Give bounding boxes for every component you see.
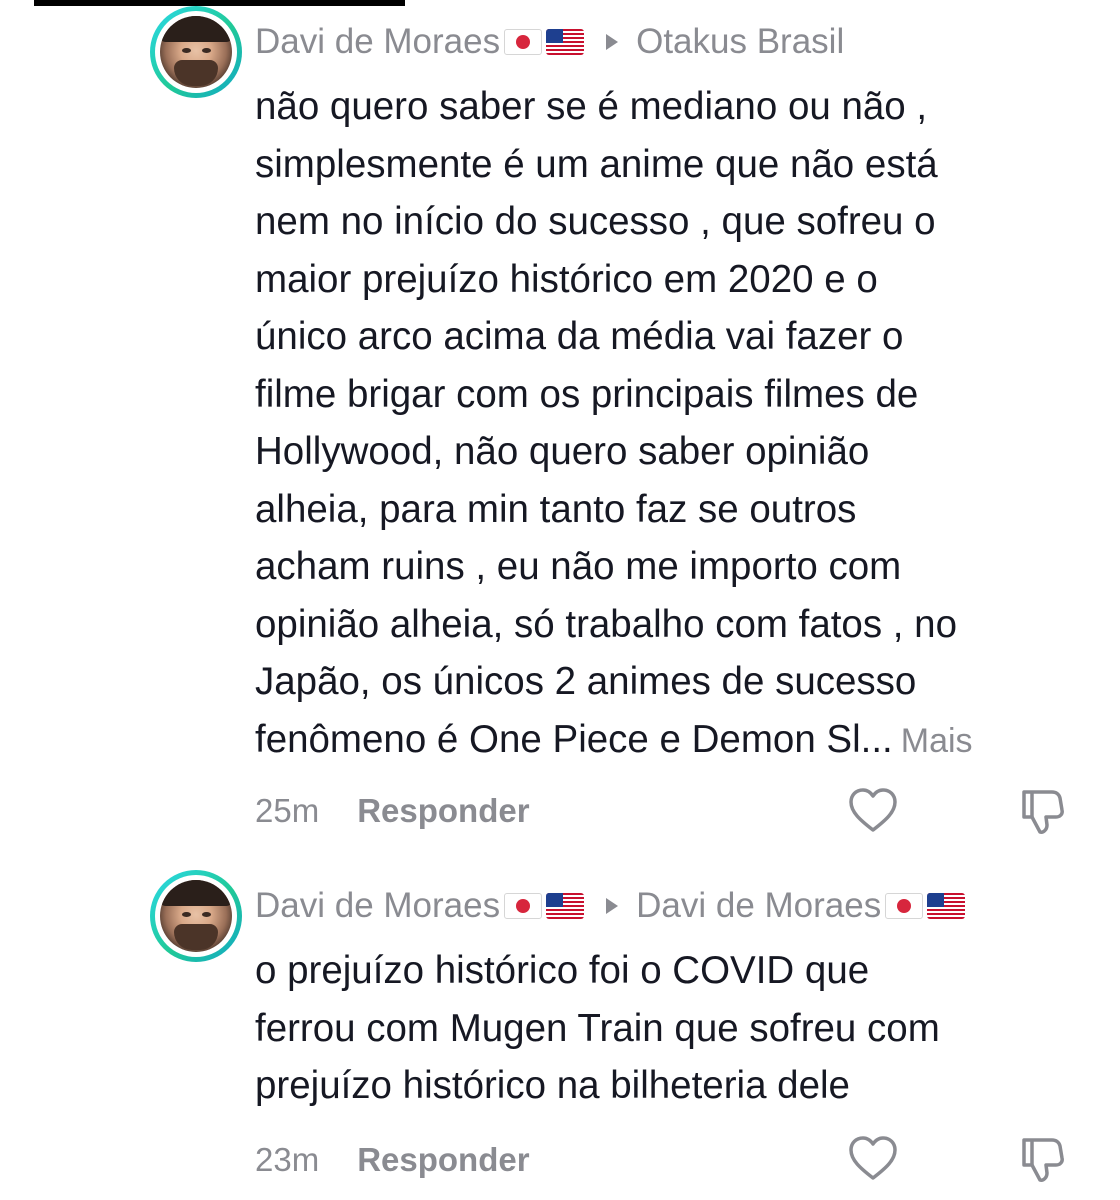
thumbs-down-outline-icon[interactable] xyxy=(1018,786,1072,836)
comment-line: único arco acima da média vai fazer o xyxy=(255,315,904,358)
play-arrow-icon xyxy=(606,898,619,914)
comment-header: Davi de Moraes Davi de Moraes xyxy=(255,884,966,928)
usa-flag-icon xyxy=(927,893,966,919)
comment-line-text: fenômeno é One Piece e Demon Sl... xyxy=(255,717,893,761)
comment-line: nem no início do sucesso , que sofreu o xyxy=(255,200,936,243)
reply-to-username[interactable]: Davi de Moraes xyxy=(636,886,881,926)
avatar[interactable] xyxy=(150,6,242,98)
timestamp: 23m xyxy=(255,1141,320,1178)
reply-button[interactable]: Responder xyxy=(357,1141,529,1179)
username[interactable]: Davi de Moraes xyxy=(255,22,500,62)
thumbs-down-outline-icon[interactable] xyxy=(1018,1134,1072,1184)
comment-text: não quero saber se é mediano ou não , si… xyxy=(255,78,1095,768)
japan-flag-icon xyxy=(504,893,543,919)
play-arrow-icon xyxy=(606,34,619,50)
comment-line: prejuízo histórico na bilheteria dele xyxy=(255,1064,850,1107)
heart-outline-icon[interactable] xyxy=(846,786,900,836)
japan-flag-icon xyxy=(504,29,543,55)
username[interactable]: Davi de Moraes xyxy=(255,886,500,926)
comment-text: o prejuízo histórico foi o COVID que fer… xyxy=(255,942,1095,1115)
comment-line: alheia, para min tanto faz se outros xyxy=(255,487,857,531)
comment-line: simplesmente é um anime que não está xyxy=(255,142,938,186)
comment-line: Hollywood, não quero saber opinião xyxy=(255,430,870,473)
comment-line: fenômeno é One Piece e Demon Sl... Mais xyxy=(255,711,1095,769)
heart-outline-icon[interactable] xyxy=(846,1134,900,1184)
comment-line: não quero saber se é mediano ou não , xyxy=(255,85,928,128)
more-button[interactable]: Mais xyxy=(901,722,973,760)
comment-meta: 23m Responder xyxy=(255,1135,530,1185)
usa-flag-icon xyxy=(546,893,585,919)
comment-line: opinião alheia, só trabalho com fatos , … xyxy=(255,602,958,646)
comment-line: maior prejuízo histórico em 2020 e o xyxy=(255,257,878,301)
comment-header: Davi de Moraes Otakus Brasil xyxy=(255,20,844,64)
reply-button[interactable]: Responder xyxy=(357,792,529,830)
comment-meta: 25m Responder xyxy=(255,786,530,836)
comment-line: o prejuízo histórico foi o COVID que xyxy=(255,949,870,992)
comment-line: Japão, os únicos 2 animes de sucesso xyxy=(255,660,917,703)
reply-to-username[interactable]: Otakus Brasil xyxy=(636,22,844,62)
comment-item: Davi de Moraes Otakus Brasil não quero s… xyxy=(0,0,1120,860)
usa-flag-icon xyxy=(546,29,585,55)
comment-line: acham ruins , eu não me importo com xyxy=(255,545,902,588)
japan-flag-icon xyxy=(885,893,924,919)
comment-line: ferrou com Mugen Train que sofreu com xyxy=(255,1006,940,1050)
avatar[interactable] xyxy=(150,870,242,962)
comment-line: filme brigar com os principais filmes de xyxy=(255,372,919,416)
timestamp: 25m xyxy=(255,792,320,829)
comment-item: Davi de Moraes Davi de Moraes o prejuízo… xyxy=(0,860,1120,1200)
